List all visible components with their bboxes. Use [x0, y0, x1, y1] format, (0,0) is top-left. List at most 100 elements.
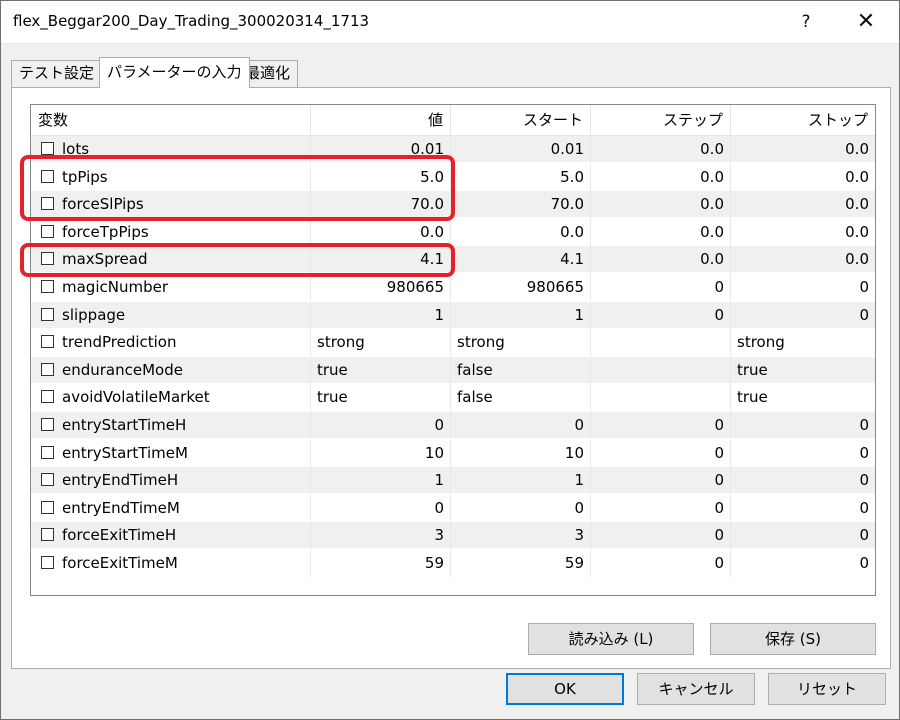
value-cell[interactable]: 70.0	[311, 191, 451, 219]
row-checkbox[interactable]	[41, 197, 54, 211]
start-cell[interactable]: 0	[451, 494, 591, 522]
step-cell[interactable]: 0	[591, 550, 731, 577]
column-header-variable[interactable]: 変数	[31, 105, 311, 136]
stop-cell[interactable]: 0.0	[731, 246, 875, 273]
step-cell[interactable]: 0.0	[591, 191, 731, 219]
value-cell[interactable]: 4.1	[311, 246, 451, 274]
row-checkbox[interactable]	[41, 307, 54, 321]
row-checkbox[interactable]	[41, 418, 54, 431]
title-bar[interactable]: flex_Beggar200_Day_Trading_300020314_171…	[1, 1, 899, 44]
table-row[interactable]: forceSlPips 70.0 70.0 0.0 0.0	[31, 191, 875, 219]
table-row[interactable]: entryEndTimeH 1 1 0 0	[31, 467, 875, 495]
stop-cell[interactable]: 0	[731, 522, 875, 549]
start-cell[interactable]: false	[451, 356, 591, 384]
load-button[interactable]: 読み込み (L)	[528, 623, 694, 655]
column-header-start[interactable]: スタート	[451, 105, 591, 136]
stop-cell[interactable]: 0	[731, 412, 875, 439]
column-header-stop[interactable]: ストップ	[731, 105, 875, 136]
start-cell[interactable]: 59	[451, 550, 591, 577]
start-cell[interactable]: 5.0	[451, 163, 591, 191]
stop-cell[interactable]: 0	[731, 495, 875, 522]
stop-cell[interactable]: 0.0	[731, 191, 875, 218]
row-checkbox[interactable]	[41, 142, 54, 155]
start-cell[interactable]: 4.1	[451, 246, 591, 274]
value-cell[interactable]: strong	[311, 329, 451, 357]
ok-button[interactable]: OK	[506, 673, 624, 705]
step-cell[interactable]: 0	[591, 494, 731, 522]
value-cell[interactable]: 0.01	[311, 136, 451, 163]
step-cell[interactable]: 0.0	[591, 218, 731, 246]
table-row[interactable]: forceTpPips 0.0 0.0 0.0 0.0	[31, 218, 875, 246]
tab-parameter-input[interactable]: パラメーターの入力	[99, 57, 250, 88]
start-cell[interactable]: 0.0	[451, 218, 591, 246]
table-row[interactable]: forceExitTimeH 3 3 0 0	[31, 522, 875, 550]
stop-cell[interactable]: 0	[731, 550, 875, 577]
value-cell[interactable]: 980665	[311, 274, 451, 301]
save-button[interactable]: 保存 (S)	[710, 623, 876, 655]
stop-cell[interactable]: true	[731, 384, 875, 411]
cancel-button[interactable]: キャンセル	[637, 673, 755, 705]
table-row[interactable]: entryEndTimeM 0 0 0 0	[31, 494, 875, 522]
row-checkbox[interactable]	[41, 473, 54, 487]
step-cell[interactable]: 0.0	[591, 246, 731, 274]
row-checkbox[interactable]	[41, 528, 54, 542]
stop-cell[interactable]: 0.0	[731, 136, 875, 163]
step-cell[interactable]: 0.0	[591, 163, 731, 191]
row-checkbox[interactable]	[41, 280, 54, 293]
table-row[interactable]: lots 0.01 0.01 0.0 0.0	[31, 136, 875, 163]
step-cell[interactable]: 0	[591, 301, 731, 329]
row-checkbox[interactable]	[41, 169, 54, 183]
start-cell[interactable]: 0	[451, 412, 591, 439]
table-row[interactable]: entryStartTimeM 10 10 0 0	[31, 439, 875, 467]
step-cell[interactable]: 0	[591, 467, 731, 495]
row-checkbox[interactable]	[41, 362, 54, 376]
row-checkbox[interactable]	[41, 445, 54, 459]
row-checkbox[interactable]	[41, 252, 54, 266]
step-cell[interactable]	[591, 329, 731, 357]
stop-cell[interactable]: 0	[731, 440, 875, 467]
value-cell[interactable]: 0	[311, 494, 451, 522]
start-cell[interactable]: strong	[451, 329, 591, 357]
row-checkbox[interactable]	[41, 390, 54, 404]
table-row[interactable]: magicNumber 980665 980665 0 0	[31, 274, 875, 301]
step-cell[interactable]: 0	[591, 522, 731, 550]
start-cell[interactable]: 10	[451, 439, 591, 467]
value-cell[interactable]: 3	[311, 522, 451, 550]
stop-cell[interactable]: strong	[731, 329, 875, 356]
start-cell[interactable]: 1	[451, 467, 591, 495]
step-cell[interactable]: 0.0	[591, 136, 731, 163]
table-row[interactable]: maxSpread 4.1 4.1 0.0 0.0	[31, 246, 875, 274]
value-cell[interactable]: 5.0	[311, 163, 451, 191]
value-cell[interactable]: 0.0	[311, 218, 451, 246]
start-cell[interactable]: 3	[451, 522, 591, 550]
step-cell[interactable]: 0	[591, 412, 731, 439]
table-row[interactable]: avoidVolatileMarket true false true	[31, 384, 875, 412]
start-cell[interactable]: 70.0	[451, 191, 591, 219]
reset-button[interactable]: リセット	[768, 673, 886, 705]
column-header-value[interactable]: 値	[311, 105, 451, 136]
step-cell[interactable]: 0	[591, 274, 731, 301]
table-row[interactable]: forceExitTimeM 59 59 0 0	[31, 550, 875, 577]
step-cell[interactable]: 0	[591, 439, 731, 467]
help-icon[interactable]: ?	[793, 9, 819, 35]
value-cell[interactable]: 1	[311, 301, 451, 329]
table-row[interactable]: entryStartTimeH 0 0 0 0	[31, 412, 875, 439]
value-cell[interactable]: 0	[311, 412, 451, 439]
table-row[interactable]: tpPips 5.0 5.0 0.0 0.0	[31, 163, 875, 191]
stop-cell[interactable]: 0.0	[731, 219, 875, 246]
start-cell[interactable]: 980665	[451, 274, 591, 301]
close-icon[interactable]: ✕	[853, 9, 879, 35]
table-row[interactable]: enduranceMode true false true	[31, 356, 875, 384]
value-cell[interactable]: true	[311, 356, 451, 384]
row-checkbox[interactable]	[41, 500, 54, 514]
row-checkbox[interactable]	[41, 224, 54, 238]
stop-cell[interactable]: 0	[731, 467, 875, 494]
start-cell[interactable]: false	[451, 384, 591, 412]
stop-cell[interactable]: true	[731, 357, 875, 384]
table-row[interactable]: trendPrediction strong strong strong	[31, 329, 875, 357]
start-cell[interactable]: 1	[451, 301, 591, 329]
parameter-table[interactable]: 変数 値 スタート ステップ ストップ lots 0.01 0.01 0.0 0.0 tp…	[30, 104, 876, 596]
value-cell[interactable]: 10	[311, 439, 451, 467]
value-cell[interactable]: 1	[311, 467, 451, 495]
tab-test-settings[interactable]: テスト設定	[11, 60, 103, 87]
